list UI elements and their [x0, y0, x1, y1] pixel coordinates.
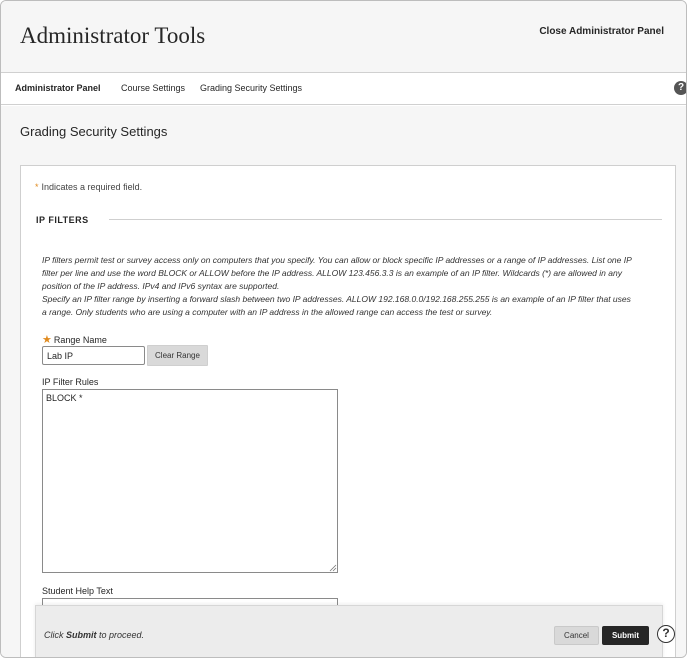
submit-bar: Click Submit to proceed. Cancel Submit [35, 605, 663, 657]
nav-help-icon[interactable]: ? [674, 81, 686, 95]
resize-grip-icon[interactable] [328, 563, 337, 572]
student-help-text-label: Student Help Text [42, 586, 113, 596]
required-star-icon: * [35, 182, 39, 192]
submit-hint: Click Submit to proceed. [44, 630, 145, 640]
page-body: Grading Security Settings * Indicates a r… [1, 106, 686, 657]
instructions-paragraph-2: Specify an IP filter range by inserting … [42, 294, 631, 317]
ip-filter-instructions: IP filters permit test or survey access … [42, 254, 637, 319]
section-heading: Grading Security Settings [20, 124, 168, 139]
tab-course-settings[interactable]: Course Settings [121, 83, 185, 93]
page-title: Administrator Tools [20, 23, 206, 48]
tab-grading-security-settings[interactable]: Grading Security Settings [200, 83, 302, 93]
settings-panel: * Indicates a required field. IP FILTERS … [20, 165, 676, 657]
clear-range-button[interactable]: Clear Range [147, 345, 208, 366]
instructions-paragraph-1: IP filters permit test or survey access … [42, 255, 632, 291]
section-divider [109, 219, 662, 220]
required-field-note: * Indicates a required field. [35, 182, 143, 192]
help-icon[interactable]: ? [657, 625, 675, 643]
range-name-input[interactable] [42, 346, 145, 365]
cancel-button[interactable]: Cancel [554, 626, 599, 645]
tab-administrator-panel[interactable]: Administrator Panel [15, 83, 101, 93]
close-admin-panel-link[interactable]: Close Administrator Panel [539, 26, 664, 37]
ip-filters-title: IP FILTERS [36, 215, 89, 225]
range-name-label: ★ Range Name [42, 334, 107, 346]
app-window: Administrator Tools Close Administrator … [0, 0, 687, 658]
required-star-icon: ★ [42, 334, 52, 346]
submit-button[interactable]: Submit [602, 626, 649, 645]
page-header: Administrator Tools Close Administrator … [1, 1, 686, 73]
breadcrumb-nav: Administrator Panel Course Settings Grad… [1, 73, 686, 105]
ip-filter-rules-textarea[interactable]: BLOCK * [42, 389, 338, 573]
ip-filter-rules-label: IP Filter Rules [42, 377, 99, 387]
